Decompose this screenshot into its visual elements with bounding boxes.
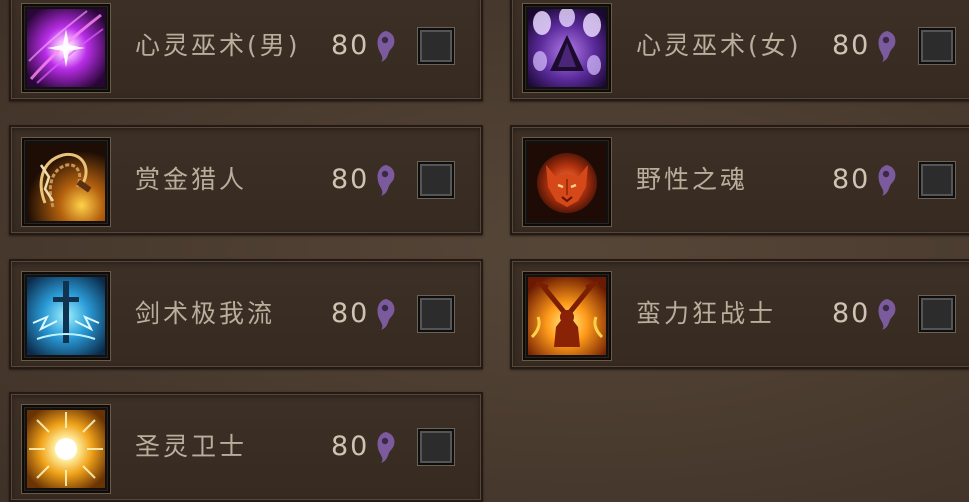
- soul-currency-icon: [878, 31, 896, 62]
- class-cost: 80: [832, 30, 871, 61]
- class-cost: 80: [832, 298, 871, 329]
- soul-currency-icon: [377, 165, 395, 196]
- class-card[interactable]: 赏金猎人 80: [9, 125, 483, 235]
- class-icon-frame: [523, 4, 611, 92]
- class-cost: 80: [832, 164, 871, 195]
- class-select-checkbox[interactable]: [418, 296, 454, 332]
- class-select-checkbox[interactable]: [919, 28, 955, 64]
- class-card[interactable]: 蛮力狂战士 80: [510, 259, 969, 369]
- class-name: 赏金猎人: [135, 165, 248, 194]
- class-card[interactable]: 剑术极我流 80: [9, 259, 483, 369]
- class-name: 野性之魂: [636, 165, 749, 194]
- swordsman-icon: [27, 277, 105, 355]
- class-cost: 80: [331, 164, 370, 195]
- class-select-checkbox[interactable]: [418, 162, 454, 198]
- class-name: 心灵巫术(男): [135, 31, 301, 60]
- bounty-hunter-icon: [27, 143, 105, 221]
- soul-currency-icon: [377, 31, 395, 62]
- class-select-checkbox[interactable]: [919, 296, 955, 332]
- class-card[interactable]: 野性之魂 80: [510, 125, 969, 235]
- class-card[interactable]: 圣灵卫士 80: [9, 392, 483, 502]
- class-icon-frame: [523, 272, 611, 360]
- class-icon-frame: [22, 272, 110, 360]
- class-select-checkbox[interactable]: [418, 429, 454, 465]
- class-icon-frame: [22, 138, 110, 226]
- class-card[interactable]: 心灵巫术(女) 80: [510, 0, 969, 101]
- class-cost: 80: [331, 298, 370, 329]
- berserker-icon: [528, 277, 606, 355]
- class-name: 蛮力狂战士: [636, 299, 777, 328]
- class-name: 心灵巫术(女): [636, 31, 802, 60]
- soul-currency-icon: [377, 299, 395, 330]
- class-name: 剑术极我流: [135, 299, 276, 328]
- class-select-checkbox[interactable]: [418, 28, 454, 64]
- class-icon-frame: [523, 138, 611, 226]
- class-select-checkbox[interactable]: [919, 162, 955, 198]
- soul-currency-icon: [878, 299, 896, 330]
- psychic-female-icon: [528, 9, 606, 87]
- wild-soul-icon: [528, 143, 606, 221]
- holy-guardian-icon: [27, 410, 105, 488]
- class-card[interactable]: 心灵巫术(男) 80: [9, 0, 483, 101]
- class-name: 圣灵卫士: [135, 432, 248, 461]
- class-cost: 80: [331, 431, 370, 462]
- class-cost: 80: [331, 30, 370, 61]
- psychic-male-icon: [27, 9, 105, 87]
- class-icon-frame: [22, 405, 110, 493]
- soul-currency-icon: [377, 432, 395, 463]
- soul-currency-icon: [878, 165, 896, 196]
- class-icon-frame: [22, 4, 110, 92]
